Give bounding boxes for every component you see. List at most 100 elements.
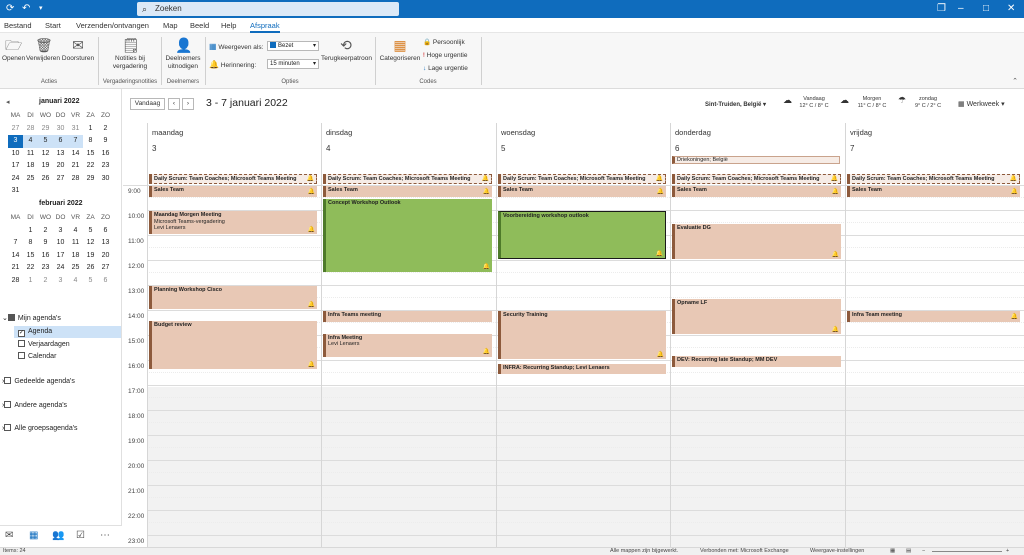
day-cell[interactable]: 28 bbox=[23, 123, 38, 136]
group-checkbox[interactable] bbox=[7, 314, 15, 321]
dev-standup-event[interactable]: DEV: Recurring late Standup; MM DEV bbox=[672, 356, 841, 367]
invite-attendees-button[interactable]: 👤 Deelnemers uitnodigen bbox=[163, 37, 203, 71]
day-cell[interactable]: 20 bbox=[98, 250, 113, 263]
day-cell[interactable]: 3 bbox=[8, 135, 23, 148]
day-cell[interactable]: 8 bbox=[83, 135, 98, 148]
view-dropdown[interactable]: ▦ Werkweek ▾ bbox=[958, 100, 1005, 108]
day-cell[interactable]: 2 bbox=[38, 225, 53, 238]
sales-team-event[interactable]: Sales Team 🔔 bbox=[498, 186, 666, 197]
calendar-icon[interactable]: ▦ bbox=[29, 530, 38, 541]
recurrence-button[interactable]: ⟲ Terugkeerpatroon bbox=[321, 37, 372, 63]
day-cell[interactable]: 11 bbox=[68, 237, 83, 250]
scrum-event[interactable]: Daily Scrum: Team Coaches; Microsoft Tea… bbox=[498, 173, 666, 184]
normal-view-icon[interactable]: ▦ bbox=[890, 548, 895, 554]
day-cell[interactable]: 28 bbox=[68, 173, 83, 186]
tab-afspraak[interactable]: Afspraak bbox=[250, 21, 280, 33]
maximize-icon[interactable]: □ bbox=[983, 3, 989, 14]
zoom-slider[interactable] bbox=[932, 551, 1002, 552]
more-icon[interactable]: ⋯ bbox=[100, 530, 110, 541]
infra-meeting-event[interactable]: Infra Meeting Levi Lenaers 🔔 bbox=[323, 333, 492, 357]
scrum-event[interactable]: Daily Scrum: Team Coaches; Microsoft Tea… bbox=[149, 173, 317, 184]
day-cell[interactable]: 30 bbox=[98, 173, 113, 186]
day-cell[interactable]: 27 bbox=[98, 262, 113, 275]
high-importance-button[interactable]: ! Hoge urgentie bbox=[423, 52, 467, 59]
day-cell[interactable]: 9 bbox=[98, 135, 113, 148]
forward-button[interactable]: ✉ Doorsturen bbox=[61, 37, 95, 63]
day-cell[interactable]: 9 bbox=[38, 237, 53, 250]
concept-workshop-event[interactable]: Concept Workshop Outlook 🔔 bbox=[323, 198, 492, 272]
minimize-icon[interactable]: – bbox=[958, 3, 964, 14]
evaluatie-event[interactable]: Evaluatie DG 🔔 bbox=[672, 223, 841, 259]
day-cell[interactable]: 17 bbox=[53, 250, 68, 263]
day-cell[interactable]: 29 bbox=[83, 173, 98, 186]
day-cell[interactable]: 30 bbox=[53, 123, 68, 136]
prev-week-button[interactable]: ‹ bbox=[168, 98, 180, 110]
tasks-icon[interactable]: ☑ bbox=[76, 530, 85, 541]
undo-icon[interactable]: ↶ bbox=[22, 3, 30, 14]
security-training-event[interactable]: Security Training 🔔 bbox=[498, 311, 666, 359]
day-cell[interactable]: 6 bbox=[98, 275, 113, 288]
day-cell[interactable]: 31 bbox=[8, 185, 23, 198]
allday-event[interactable]: Driekoningen; België bbox=[672, 156, 840, 164]
tab-start[interactable]: Start bbox=[45, 21, 61, 30]
day-cell[interactable]: 2 bbox=[38, 275, 53, 288]
search-input[interactable]: ⌕ Zoeken bbox=[137, 2, 399, 16]
day-cell[interactable]: 22 bbox=[83, 160, 98, 173]
mail-icon[interactable]: ✉ bbox=[5, 530, 13, 541]
day-cell[interactable]: 4 bbox=[23, 135, 38, 148]
group-calendars-group[interactable]: › Alle groepsagenda's bbox=[2, 424, 78, 432]
day-cell[interactable]: 27 bbox=[53, 173, 68, 186]
day-cell[interactable]: 12 bbox=[83, 237, 98, 250]
day-cell[interactable]: 21 bbox=[68, 160, 83, 173]
other-calendars-group[interactable]: › Andere agenda's bbox=[2, 401, 67, 409]
day-cell[interactable]: 18 bbox=[23, 160, 38, 173]
day-cell[interactable]: 21 bbox=[8, 262, 23, 275]
day-cell[interactable]: 16 bbox=[98, 148, 113, 161]
day-cell[interactable]: 1 bbox=[23, 225, 38, 238]
tab-map[interactable]: Map bbox=[163, 21, 178, 30]
categorize-button[interactable]: ▦ Categoriseren bbox=[378, 37, 422, 63]
day-cell[interactable]: 23 bbox=[38, 262, 53, 275]
day-cell[interactable]: 13 bbox=[98, 237, 113, 250]
day-cell[interactable]: 19 bbox=[38, 160, 53, 173]
day-cell[interactable]: 15 bbox=[83, 148, 98, 161]
agenda-checkbox[interactable]: ✓ bbox=[18, 330, 25, 337]
day-cell[interactable]: 24 bbox=[8, 173, 23, 186]
sales-team-event[interactable]: Sales Team 🔔 bbox=[672, 186, 841, 197]
day-cell[interactable]: 4 bbox=[68, 225, 83, 238]
day-cell[interactable]: 18 bbox=[68, 250, 83, 263]
planning-workshop-event[interactable]: Planning Workshop Cisco 🔔 bbox=[149, 286, 317, 309]
day-cell[interactable]: 6 bbox=[53, 135, 68, 148]
day-cell[interactable]: 27 bbox=[8, 123, 23, 136]
day-cell[interactable]: 29 bbox=[38, 123, 53, 136]
sales-team-event[interactable]: Sales Team 🔔 bbox=[847, 186, 1020, 197]
day-cell[interactable]: 10 bbox=[53, 237, 68, 250]
monday-morning-meeting-event[interactable]: Maandag Morgen Meeting Microsoft Teams-ve… bbox=[149, 211, 317, 234]
day-cell[interactable]: 5 bbox=[38, 135, 53, 148]
group-checkbox[interactable] bbox=[4, 424, 12, 431]
group-checkbox[interactable] bbox=[4, 401, 12, 408]
birthdays-checkbox[interactable] bbox=[18, 340, 25, 347]
day-cell[interactable]: 5 bbox=[83, 225, 98, 238]
day-cell[interactable]: 5 bbox=[83, 275, 98, 288]
day-cell[interactable]: 24 bbox=[53, 262, 68, 275]
tab-bestand[interactable]: Bestand bbox=[4, 21, 32, 30]
group-checkbox[interactable] bbox=[4, 377, 12, 384]
day-cell[interactable]: 28 bbox=[8, 275, 23, 288]
day-cell[interactable]: 14 bbox=[68, 148, 83, 161]
day-cell[interactable]: 19 bbox=[83, 250, 98, 263]
infra-standup-event[interactable]: INFRA: Recurring Standup; Levi Lenaers bbox=[498, 363, 666, 374]
day-cell[interactable]: 20 bbox=[53, 160, 68, 173]
calendar-agenda[interactable]: ✓ Agenda bbox=[18, 328, 52, 337]
collapse-ribbon-icon[interactable]: ⌃ bbox=[1012, 77, 1018, 85]
zoom-out-icon[interactable]: − bbox=[922, 548, 925, 554]
reading-view-icon[interactable]: ▤ bbox=[906, 548, 911, 554]
day-cell[interactable]: 6 bbox=[98, 225, 113, 238]
scrum-event[interactable]: Daily Scrum: Team Coaches; Microsoft Tea… bbox=[672, 173, 841, 184]
quick-access-dropdown-icon[interactable]: ▾ bbox=[39, 4, 43, 12]
people-icon[interactable]: 👥 bbox=[52, 530, 64, 541]
show-as-dropdown[interactable]: Bezet ▾ bbox=[267, 41, 319, 51]
meeting-notes-button[interactable]: 🗒 Notities bij vergadering bbox=[102, 37, 158, 71]
day-cell[interactable]: 7 bbox=[68, 135, 83, 148]
day-cell[interactable]: 17 bbox=[8, 160, 23, 173]
